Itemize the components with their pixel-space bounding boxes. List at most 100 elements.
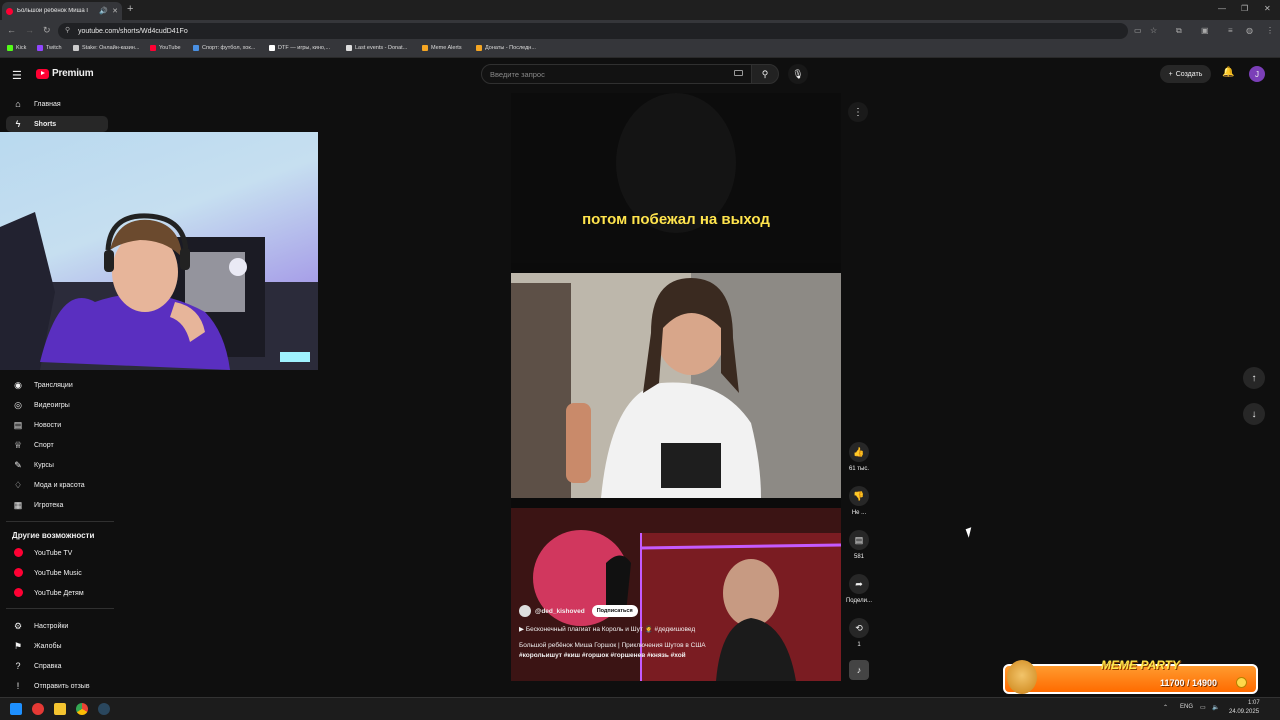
- sidebar-divider: [6, 521, 114, 522]
- home-icon: ⌂: [15, 99, 21, 109]
- bookmark-item[interactable]: Донаты - Последн...: [476, 45, 536, 51]
- search-placeholder: Введите запрос: [490, 69, 545, 79]
- sidebar-section-heading: Другие возможности: [12, 531, 95, 540]
- sidebar-icon[interactable]: ▣: [1201, 26, 1209, 35]
- yandex-browser-icon[interactable]: [32, 703, 44, 715]
- notifications-bell-icon[interactable]: 🔔: [1222, 67, 1234, 78]
- share-arrow-icon[interactable]: ➦: [849, 574, 869, 594]
- shorts-video-player[interactable]: потом побежал на выход @ded_kishoved Под…: [511, 93, 841, 681]
- sidebar-item-news[interactable]: ▤ Новости: [6, 417, 108, 433]
- donate-icon: [476, 45, 482, 51]
- back-arrow-icon[interactable]: ←: [7, 25, 16, 35]
- keyboard-icon[interactable]: [734, 70, 743, 76]
- sidebar-item-youtube-tv[interactable]: YouTube TV: [6, 545, 108, 561]
- bookmark-item[interactable]: Kick: [7, 45, 26, 51]
- sidebar-item-help[interactable]: ? Справка: [6, 658, 108, 674]
- clock-date[interactable]: 24.09.2025: [1229, 709, 1259, 715]
- maximize-icon[interactable]: ❐: [1241, 4, 1248, 13]
- sidebar-item-youtube-music[interactable]: YouTube Music: [6, 565, 108, 581]
- sidebar-item-fashion[interactable]: ♢ Мода и красота: [6, 477, 108, 493]
- volume-icon[interactable]: 🔈: [1212, 704, 1219, 711]
- sidebar-item-youtube-kids[interactable]: YouTube Детям: [6, 585, 108, 601]
- remix-action[interactable]: ⟲ 1: [843, 618, 875, 648]
- address-bar[interactable]: ⚲ youtube.com/shorts/Wd4cudD41Fo: [58, 23, 1128, 39]
- create-button[interactable]: + Создать: [1160, 65, 1211, 83]
- channel-name-link[interactable]: @ded_kishoved: [535, 608, 585, 615]
- bookmark-item[interactable]: DTF — игры, кино,...: [269, 45, 330, 51]
- meme-party-counter: 11700 / 14900: [1160, 678, 1218, 688]
- tab-close-icon[interactable]: ✕: [112, 7, 118, 15]
- flag-icon: ⚑: [13, 640, 23, 651]
- sidebar-item-shorts[interactable]: ϟ Shorts: [6, 116, 108, 132]
- dtf-icon: [269, 45, 275, 51]
- more-options-button[interactable]: ⋮: [848, 102, 868, 122]
- search-input[interactable]: Введите запрос: [481, 64, 752, 84]
- live-icon: ◉: [14, 379, 22, 390]
- bookmark-item[interactable]: Twitch: [37, 45, 62, 51]
- dislike-action[interactable]: 👎 Не ...: [843, 486, 875, 516]
- bookmark-item[interactable]: Meme Alerts: [422, 45, 462, 51]
- sidebar-item-settings[interactable]: ⚙ Настройки: [6, 618, 108, 634]
- remix-icon[interactable]: ⟲: [849, 618, 869, 638]
- sidebar-item-courses[interactable]: ✎ Курсы: [6, 457, 108, 473]
- windows-start-icon[interactable]: [10, 703, 22, 715]
- minimize-icon[interactable]: —: [1218, 4, 1226, 13]
- chrome-icon[interactable]: [76, 703, 88, 715]
- clock-time[interactable]: 1:07: [1248, 700, 1260, 706]
- sound-thumbnail-icon[interactable]: ♪: [849, 660, 869, 680]
- playlist-link[interactable]: ▶ Бесконечный плагиат на Король и Шут 🤵 …: [519, 625, 829, 633]
- channel-avatar[interactable]: [519, 605, 531, 617]
- previous-short-button[interactable]: ↑: [1243, 367, 1265, 389]
- subscribe-button[interactable]: Подписаться: [591, 605, 638, 617]
- sidebar-item-playables[interactable]: ▦ Игротека: [6, 497, 108, 513]
- cast-icon[interactable]: ▭: [1134, 26, 1142, 35]
- comments-action[interactable]: ▤ 581: [843, 530, 875, 560]
- profile-icon[interactable]: ◍: [1246, 26, 1253, 35]
- logo-text: Premium: [52, 68, 94, 79]
- sound-source-action[interactable]: ♪: [843, 660, 875, 680]
- tray-overflow-icon[interactable]: ⌃: [1163, 704, 1168, 711]
- share-action[interactable]: ➦ Подели...: [843, 574, 875, 604]
- bookmark-star-icon[interactable]: ☆: [1150, 26, 1157, 35]
- thumbs-down-icon[interactable]: 👎: [849, 486, 869, 506]
- new-tab-plus-icon[interactable]: +: [127, 3, 133, 15]
- like-action[interactable]: 👍 61 тыс.: [843, 442, 875, 472]
- extensions-icon[interactable]: ⧉: [1176, 26, 1182, 36]
- sidebar-item-reports[interactable]: ⚑ Жалобы: [6, 638, 108, 654]
- thumbs-up-icon[interactable]: 👍: [849, 442, 869, 462]
- sidebar-item-label: Спорт: [34, 441, 54, 449]
- file-explorer-icon[interactable]: [54, 703, 66, 715]
- browser-menu-icon[interactable]: ⋮: [1266, 26, 1274, 35]
- sidebar-item-label: YouTube TV: [34, 549, 73, 557]
- play-triangle-icon: ▶: [519, 626, 526, 633]
- window-close-icon[interactable]: ✕: [1264, 4, 1271, 13]
- site-info-icon[interactable]: ⚲: [65, 26, 70, 34]
- voice-search-button[interactable]: 🎙: [788, 64, 808, 84]
- steam-icon[interactable]: [98, 703, 110, 715]
- bookmark-item[interactable]: YouTube: [150, 45, 181, 51]
- sidebar-item-live[interactable]: ◉ Трансляции: [6, 377, 108, 393]
- sidebar-item-feedback[interactable]: ! Отправить отзыв: [6, 678, 108, 694]
- reload-icon[interactable]: ↻: [43, 25, 51, 36]
- network-icon[interactable]: ▭: [1200, 704, 1206, 711]
- hamburger-menu-icon[interactable]: ☰: [12, 69, 22, 82]
- tab-search-icon[interactable]: ≡: [1228, 26, 1233, 35]
- short-hashtags[interactable]: #корольишут #киш #горшок #горшенев #княз…: [519, 652, 829, 659]
- sidebar-item-sports[interactable]: ♕ Спорт: [6, 437, 108, 453]
- speaker-icon[interactable]: 🔊: [99, 7, 108, 15]
- comment-count: 581: [853, 554, 864, 560]
- sidebar-item-home[interactable]: ⌂ Главная: [6, 96, 108, 112]
- comment-icon[interactable]: ▤: [849, 530, 869, 550]
- browser-tab[interactable]: Большой ребёнок Миша Г 🔊 ✕: [2, 2, 122, 20]
- sidebar-item-gaming[interactable]: ◎ Видеоигры: [6, 397, 108, 413]
- language-indicator[interactable]: ENG: [1180, 704, 1193, 710]
- forward-arrow-icon[interactable]: →: [25, 25, 34, 35]
- sidebar-item-label: Трансляции: [34, 381, 73, 389]
- search-button[interactable]: ⚲: [751, 64, 779, 84]
- bookmark-item[interactable]: Спорт: футбол, хок...: [193, 45, 255, 51]
- youtube-premium-logo[interactable]: Premium: [36, 68, 94, 79]
- next-short-button[interactable]: ↓: [1243, 403, 1265, 425]
- bookmark-item[interactable]: Last events - Donat...: [346, 45, 407, 51]
- bookmark-item[interactable]: Stake: Онлайн-казин...: [73, 45, 139, 51]
- account-avatar[interactable]: J: [1249, 66, 1265, 82]
